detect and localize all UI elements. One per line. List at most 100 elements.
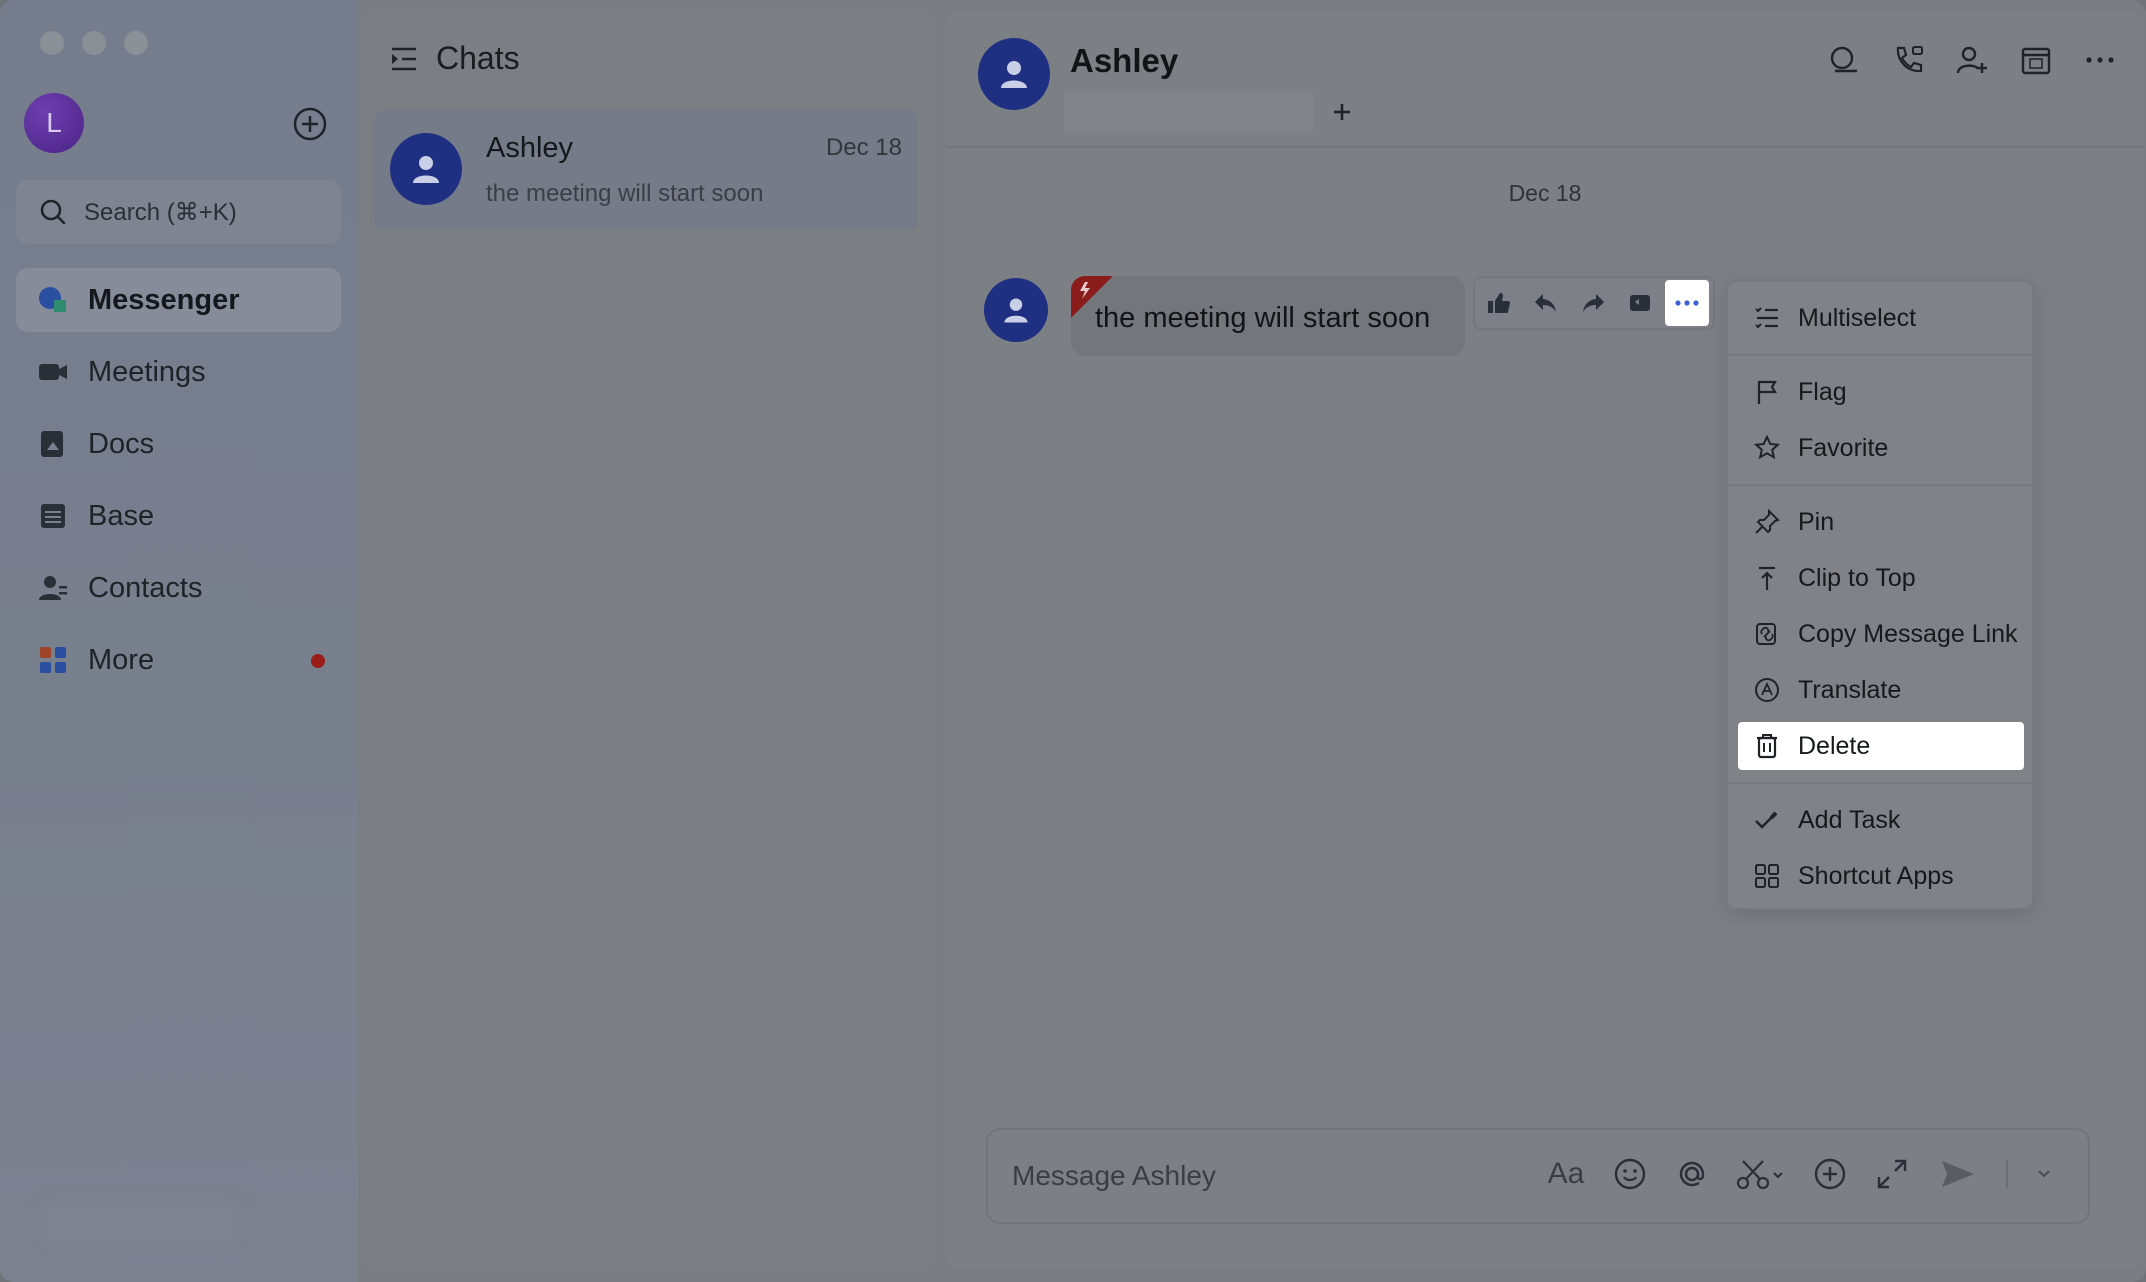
composer-actions: Aa <box>1546 1154 2054 1194</box>
minimize-window-button[interactable] <box>82 31 106 55</box>
format-label: Aa <box>1547 1157 1585 1190</box>
nav-label: More <box>88 643 155 676</box>
calendar-button[interactable] <box>2018 42 2054 78</box>
zoom-window-button[interactable] <box>124 31 148 55</box>
contacts-icon <box>36 571 70 605</box>
chat-list-header: Chats <box>388 40 520 77</box>
menu-divider <box>1728 782 2032 784</box>
forward-button[interactable] <box>1569 278 1616 328</box>
mention-button[interactable] <box>1674 1154 1710 1194</box>
menu-divider <box>1728 354 2032 356</box>
format-text-button[interactable]: Aa <box>1546 1154 1586 1194</box>
nav-item-more[interactable]: More <box>16 628 341 692</box>
star-icon <box>1752 433 1782 463</box>
person-icon <box>1001 61 1027 88</box>
nav-label: Base <box>88 499 155 532</box>
menu-item-label: Clip to Top <box>1798 563 1916 592</box>
message-more-button[interactable] <box>1665 280 1709 326</box>
menu-item-copy-link[interactable]: Copy Message Link <box>1738 610 2024 658</box>
window-controls <box>40 31 148 55</box>
nav-label: Meetings <box>88 355 206 388</box>
nav-item-base[interactable]: Base <box>16 484 341 548</box>
clip-to-top-icon <box>1752 563 1782 593</box>
reply-button[interactable] <box>1522 278 1569 328</box>
trash-icon <box>1752 731 1782 761</box>
menu-item-add-task[interactable]: Add Task <box>1738 796 2024 844</box>
attach-button[interactable] <box>1812 1154 1848 1194</box>
menu-item-delete[interactable]: Delete <box>1738 722 2024 770</box>
menu-item-label: Copy Message Link <box>1798 619 2018 648</box>
menu-item-clip-to-top[interactable]: Clip to Top <box>1738 554 2024 602</box>
menu-item-label: Delete <box>1798 731 1871 760</box>
menu-divider <box>1728 484 2032 486</box>
conversation-header: Ashley <box>946 12 2144 148</box>
menu-item-favorite[interactable]: Favorite <box>1738 424 2024 472</box>
reply-icon <box>1534 294 1556 312</box>
new-chat-button[interactable] <box>290 104 330 144</box>
expand-composer-button[interactable] <box>1874 1154 1910 1194</box>
person-icon <box>1004 298 1028 323</box>
plus-circle-icon <box>293 107 327 141</box>
search-box[interactable]: Search (⌘+K) <box>16 180 341 244</box>
send-options-button[interactable] <box>2034 1154 2054 1194</box>
composer-placeholder: Message Ashley <box>1012 1160 1216 1191</box>
nav-list: Messenger Meetings Docs Base Contacts Mo… <box>16 268 341 700</box>
send-button[interactable] <box>1936 1154 1980 1194</box>
message-avatar[interactable] <box>984 278 1048 342</box>
search-placeholder: Search (⌘+K) <box>84 198 237 226</box>
menu-item-label: Flag <box>1798 377 1847 406</box>
date-separator: Dec 18 <box>1508 180 1582 206</box>
user-avatar[interactable]: L <box>24 93 84 153</box>
add-member-button[interactable] <box>1954 42 1990 78</box>
user-initial: L <box>46 107 62 138</box>
call-button[interactable] <box>1890 42 1926 78</box>
at-sign-icon <box>1679 1161 1705 1187</box>
contact-name: Ashley <box>1070 42 1179 79</box>
quote-button[interactable] <box>1616 278 1663 328</box>
quote-icon <box>1629 295 1650 311</box>
message-context-menu: Multiselect Flag Favorite Pin Clip to To… <box>1726 280 2034 910</box>
plus-icon <box>1334 104 1350 120</box>
ellipsis-icon <box>2086 57 2114 63</box>
menu-item-flag[interactable]: Flag <box>1738 368 2024 416</box>
search-chat-button[interactable] <box>1826 42 1862 78</box>
menu-item-multiselect[interactable]: Multiselect <box>1738 294 2024 342</box>
base-grid-icon <box>36 499 70 533</box>
messenger-icon <box>36 283 70 317</box>
send-divider <box>2006 1160 2008 1188</box>
flag-icon <box>1752 377 1782 407</box>
message-bubble[interactable]: the meeting will start soon <box>1071 276 1465 356</box>
contact-avatar[interactable] <box>978 38 1050 110</box>
nav-item-messenger[interactable]: Messenger <box>16 268 341 332</box>
menu-item-shortcut-apps[interactable]: Shortcut Apps <box>1738 852 2024 900</box>
chat-item-ashley[interactable]: Ashley Dec 18 the meeting will start soo… <box>374 110 918 230</box>
pin-icon <box>1752 507 1782 537</box>
menu-item-label: Favorite <box>1798 433 1889 462</box>
message-composer[interactable]: Message Ashley Aa <box>986 1128 2090 1224</box>
more-options-button[interactable] <box>2082 42 2118 78</box>
menu-item-pin[interactable]: Pin <box>1738 498 2024 546</box>
menu-item-translate[interactable]: Translate <box>1738 666 2024 714</box>
screenshot-button[interactable] <box>1736 1154 1786 1194</box>
collapse-list-icon[interactable] <box>388 43 420 75</box>
chat-name: Ashley <box>486 132 574 164</box>
app-window: L Search (⌘+K) Messenger Meetings Docs B… <box>0 0 2146 1282</box>
menu-item-label: Pin <box>1798 507 1835 536</box>
add-tab-button[interactable] <box>1326 96 1358 128</box>
link-icon <box>1752 619 1782 649</box>
multiselect-icon <box>1752 303 1782 333</box>
nav-item-contacts[interactable]: Contacts <box>16 556 341 620</box>
add-person-icon <box>1956 46 1987 74</box>
chevron-down-icon <box>2038 1170 2050 1178</box>
thumbs-up-button[interactable] <box>1475 278 1522 328</box>
nav-item-meetings[interactable]: Meetings <box>16 340 341 404</box>
close-window-button[interactable] <box>40 31 64 55</box>
scissors-icon <box>1736 1160 1783 1190</box>
forward-icon <box>1582 294 1604 312</box>
nav-item-docs[interactable]: Docs <box>16 412 341 476</box>
emoji-button[interactable] <box>1612 1154 1648 1194</box>
menu-item-label: Add Task <box>1798 805 1901 834</box>
emoji-icon <box>1614 1158 1646 1190</box>
plus-circle-icon <box>1814 1158 1846 1190</box>
video-camera-icon <box>36 355 70 389</box>
